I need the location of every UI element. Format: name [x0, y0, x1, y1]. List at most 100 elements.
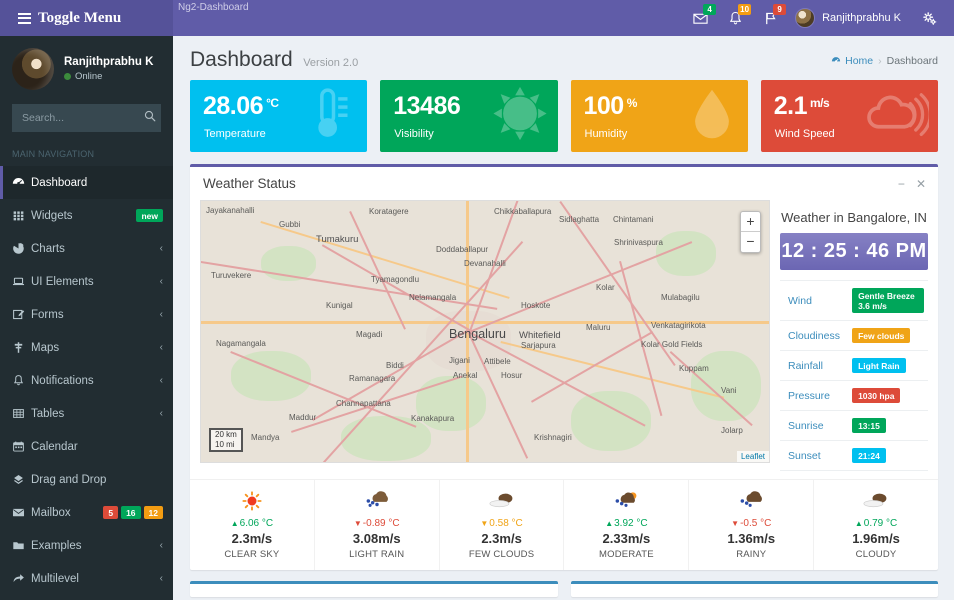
map-label: Maluru	[586, 323, 610, 332]
sidebar-item-calendar[interactable]: Calendar	[0, 430, 173, 463]
info-box-wind-speed: 2.1m/sWind Speed	[761, 80, 938, 152]
bottom-panel-stubs	[173, 570, 954, 597]
chevron-left-icon: ‹	[160, 243, 163, 254]
map-label: Nagamangala	[216, 339, 266, 348]
info-box-value: 100	[584, 92, 624, 120]
rain-icon	[317, 488, 437, 514]
sidebar: Ranjithprabhu K Online MAIN NAVIGATION D…	[0, 36, 173, 600]
search-input[interactable]	[12, 104, 161, 132]
sidebar-item-label: Charts	[31, 243, 160, 255]
status-label: Online	[75, 71, 102, 82]
forecast-trend-arrow: ▲	[605, 519, 613, 528]
map-label: Hoskote	[521, 301, 550, 310]
search-icon	[144, 110, 156, 122]
info-box-temperature: 28.06°CTemperature	[190, 80, 367, 152]
cloud-icon	[816, 488, 936, 514]
map-label: Anekal	[453, 371, 477, 380]
close-button[interactable]: ✕	[916, 178, 926, 190]
zoom-out-button[interactable]: −	[741, 232, 760, 252]
sidebar-item-label: Widgets	[31, 210, 133, 222]
breadcrumb-home[interactable]: Home	[831, 55, 873, 67]
weather-row-value-cell: 13:15	[848, 411, 928, 441]
widgets-icon	[12, 209, 25, 222]
zoom-in-button[interactable]: +	[741, 212, 760, 232]
weather-row-badge: 1030 hpa	[852, 388, 900, 403]
sidebar-item-multilevel[interactable]: Multilevel‹	[0, 562, 173, 595]
folder-icon	[12, 539, 31, 552]
messages-button[interactable]: 4	[684, 0, 717, 36]
sidebar-item-tables[interactable]: Tables‹	[0, 397, 173, 430]
notifications-badge: 10	[738, 4, 751, 15]
forecast-trend-arrow: ▼	[354, 519, 362, 528]
info-box-label: Visibility	[394, 128, 434, 140]
sidebar-item-widgets[interactable]: Widgetsnew	[0, 199, 173, 232]
info-box-visibility: 13486 Visibility	[380, 80, 557, 152]
sidebar-item-mailbox[interactable]: Mailbox51612	[0, 496, 173, 529]
info-box-row: 28.06°CTemperature13486Visibility100%Hum…	[173, 80, 954, 152]
bottom-panel-right[interactable]	[571, 581, 939, 597]
weather-row: Pressure1030 hpa	[780, 381, 928, 411]
chevron-left-icon: ‹	[160, 309, 163, 320]
forecast-temp: 0.79 °C	[864, 518, 897, 529]
sidebar-item-drag-and-drop[interactable]: Drag and Drop	[0, 463, 173, 496]
sidebar-item-ui-elements[interactable]: UI Elements‹	[0, 265, 173, 298]
info-box-value: 13486	[393, 92, 460, 120]
info-box-unit: °C	[266, 96, 278, 110]
map-label: Jolarp	[721, 426, 743, 435]
sidebar-item-dashboard[interactable]: Dashboard	[0, 166, 173, 199]
sidebar-item-notifications[interactable]: Notifications‹	[0, 364, 173, 397]
settings-button[interactable]	[913, 0, 946, 36]
map-label: Kuppam	[679, 364, 709, 373]
sidebar-item-charts[interactable]: Charts‹	[0, 232, 173, 265]
tasks-button[interactable]: 9	[754, 0, 787, 36]
weather-row: Sunset21:24	[780, 441, 928, 471]
weather-details: Weather in Bangalore, IN 12 : 25 : 46 PM…	[780, 200, 928, 471]
info-box-value-wrap: 28.06°C	[203, 92, 279, 121]
forecast-card: ▲6.06 °C2.3m/sCLEAR SKY	[190, 480, 315, 570]
sidebar-item-maps[interactable]: Maps‹	[0, 331, 173, 364]
pie-chart-icon	[12, 242, 31, 255]
weather-row-badge: Few clouds	[852, 328, 910, 343]
sidebar-item-badge: 12	[144, 506, 163, 519]
map-zoom-controls: + −	[740, 211, 761, 253]
info-box-value-wrap: 2.1m/s	[774, 92, 829, 121]
forecast-wind: 2.3m/s	[192, 531, 312, 546]
info-box-value-wrap: 13486	[393, 92, 463, 121]
map-marker-icon	[12, 341, 25, 354]
user-menu-button[interactable]: Ranjithprabhu K	[789, 0, 911, 36]
pie-chart-icon	[12, 242, 25, 255]
dashboard-icon	[831, 56, 841, 66]
sidebar-user-panel[interactable]: Ranjithprabhu K Online	[0, 36, 173, 100]
table-icon	[12, 407, 31, 420]
forecast-trend-arrow: ▼	[731, 519, 739, 528]
weather-row-key: Sunrise	[780, 411, 848, 441]
sidebar-item-forms[interactable]: Forms‹	[0, 298, 173, 331]
sun-icon	[491, 85, 549, 148]
weather-city-title: Weather in Bangalore, IN	[780, 204, 928, 233]
weather-map[interactable]: BengaluruTumakuruWhitefieldDoddaballapur…	[200, 200, 770, 463]
collapse-button[interactable]: −	[898, 178, 905, 190]
sidebar-item-examples[interactable]: Examples‹	[0, 529, 173, 562]
map-marker-icon	[12, 341, 31, 354]
messages-badge: 4	[703, 4, 716, 15]
gear-icon	[922, 11, 937, 26]
info-box-value: 2.1	[774, 92, 807, 120]
map-label: Ramanagara	[349, 374, 395, 383]
weather-row-value-cell: Light Rain	[848, 351, 928, 381]
envelope-icon	[12, 506, 25, 519]
info-box-value-wrap: 100%	[584, 92, 637, 121]
sidebar-item-label: Drag and Drop	[31, 474, 163, 486]
forecast-desc: CLEAR SKY	[192, 549, 312, 560]
search-button[interactable]	[144, 110, 156, 125]
sidebar-item-badge: 16	[121, 506, 140, 519]
bottom-panel-left[interactable]	[190, 581, 558, 597]
map-attribution[interactable]: Leaflet	[737, 451, 769, 462]
breadcrumb-separator: ›	[878, 55, 882, 67]
map-label: Nelamangala	[409, 293, 456, 302]
weather-row-badge: 21:24	[852, 448, 886, 463]
logo-text: Toggle Menu	[38, 10, 121, 27]
toggle-menu-button[interactable]: Toggle Menu	[0, 0, 173, 36]
panel-tools: − ✕	[898, 178, 926, 190]
map-label: Tyamagondlu	[371, 275, 419, 284]
notifications-button[interactable]: 10	[719, 0, 752, 36]
